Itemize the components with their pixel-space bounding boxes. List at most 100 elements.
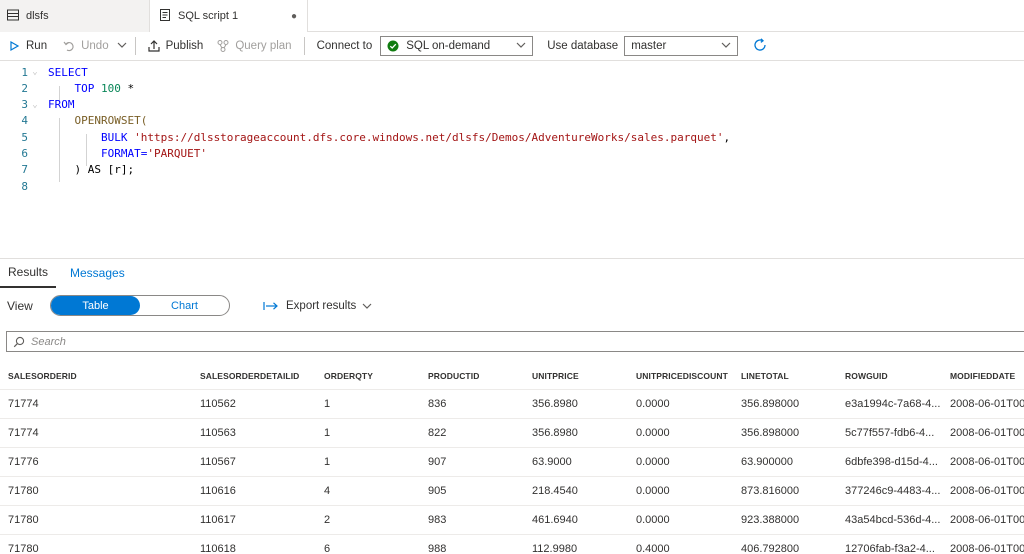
table-cell: 356.898000	[741, 427, 800, 439]
column-header[interactable]: SALESORDERID	[8, 362, 198, 389]
code-token: FORMAT=	[48, 147, 148, 160]
column-header[interactable]: ORDERQTY	[324, 362, 424, 389]
line-number: 7	[21, 163, 28, 177]
tab-label: SQL script 1	[178, 10, 239, 22]
table-cell: 907	[428, 456, 447, 468]
table-cell: 4	[324, 485, 331, 497]
use-database-label: Use database	[547, 40, 619, 52]
table-cell: 2008-06-01T00	[950, 456, 1024, 468]
column-header[interactable]: UNITPRICEDISCOUNT	[636, 362, 736, 389]
connect-to-select[interactable]: SQL on-demand	[380, 36, 534, 56]
sql-editor[interactable]: 1 ⌄ SELECT 2 TOP 100 * 3 ⌄ FROM 4 OPENROWSET(5 …	[0, 62, 1024, 258]
table-cell: 1	[324, 456, 331, 468]
table-cell: 71776	[8, 456, 39, 468]
use-database-select[interactable]: master	[624, 36, 739, 56]
table-cell: 5c77f557-fdb6-4...	[845, 427, 935, 439]
table-cell: 12706fab-f3a2-4...	[845, 543, 935, 554]
table-cell: 2008-06-01T00	[950, 485, 1024, 497]
code-line[interactable]: 4 OPENROWSET(	[0, 113, 1024, 129]
table-cell: 0.0000	[636, 456, 670, 468]
code-line[interactable]: 5 BULK 'https://dlsstorageaccount.dfs.co…	[0, 129, 1024, 145]
code-token: 'PARQUET'	[147, 147, 207, 160]
column-header[interactable]: LINETOTAL	[741, 362, 841, 389]
line-number: 3	[21, 98, 28, 112]
toolbar-divider	[303, 37, 305, 55]
export-arrow-icon	[262, 298, 280, 314]
table-cell: 461.6940	[532, 514, 578, 526]
table-cell: 377246c9-4483-4...	[845, 485, 941, 497]
run-button[interactable]: Run	[6, 32, 47, 61]
table-cell: 71780	[8, 485, 39, 497]
fold-chevron-icon[interactable]: ⌄	[28, 100, 42, 110]
code-line[interactable]: 7 ) AS [r];	[0, 162, 1024, 178]
table-cell: 71774	[8, 398, 39, 410]
view-table-option[interactable]: Table	[51, 296, 140, 315]
code-line[interactable]: 3 ⌄ FROM	[0, 97, 1024, 113]
publish-button[interactable]: Publish	[146, 32, 204, 61]
table-cell: 110567	[200, 456, 236, 468]
code-line[interactable]: 6 FORMAT='PARQUET'	[0, 146, 1024, 162]
query-plan-button[interactable]: Query plan	[215, 32, 292, 61]
export-results-button[interactable]: Export results	[262, 291, 372, 320]
code-text: FORMAT='PARQUET'	[48, 147, 207, 160]
use-database-value: master	[631, 40, 667, 52]
unsaved-indicator[interactable]: ●	[291, 11, 297, 22]
results-table: SALESORDERID SALESORDERDETAILID ORDERQTY PR…	[0, 362, 1024, 554]
table-cell: 110562	[200, 398, 236, 410]
table-cell: 43a54bcd-536d-4...	[845, 514, 941, 526]
view-toggle[interactable]: Table Chart	[50, 295, 230, 316]
tab-results[interactable]: Results	[0, 258, 57, 288]
table-row[interactable]: 71776 110567 1 907 63.9000 0.0000 63.900000 6db…	[0, 448, 1024, 477]
refresh-button[interactable]	[752, 32, 768, 61]
table-cell: 356.8980	[532, 427, 578, 439]
table-cell: 6	[324, 543, 331, 554]
table-cell: 0.0000	[636, 485, 670, 497]
table-row[interactable]: 71774 110563 1 822 356.8980 0.0000 356.898000 5…	[0, 419, 1024, 448]
code-line[interactable]: 1 ⌄ SELECT	[0, 64, 1024, 80]
table-cell: 63.9000	[532, 456, 572, 468]
publish-label: Publish	[165, 40, 204, 52]
search-icon	[13, 336, 25, 348]
code-line[interactable]: 8	[0, 178, 1024, 194]
table-row[interactable]: 71780 110617 2 983 461.6940 0.0000 923.388000 4…	[0, 506, 1024, 535]
chevron-down-icon	[362, 301, 372, 311]
column-header[interactable]: PRODUCTID	[428, 362, 528, 389]
query-plan-label: Query plan	[235, 40, 292, 52]
table-cell: 0.0000	[636, 398, 670, 410]
results-search-input[interactable]: Search	[6, 331, 1024, 352]
refresh-icon	[752, 37, 768, 56]
column-header[interactable]: MODIFIEDDATE	[950, 362, 1024, 389]
table-row[interactable]: 71780 110616 4 905 218.4540 0.0000 873.816000 3…	[0, 477, 1024, 506]
table-cell: 218.4540	[532, 485, 578, 497]
run-label: Run	[26, 40, 48, 52]
code-text: TOP 100 *	[48, 82, 134, 95]
tab-sql-script-1[interactable]: SQL script 1 ●	[150, 0, 308, 32]
undo-button[interactable]: Undo	[61, 32, 109, 61]
table-cell: 110617	[200, 514, 236, 526]
table-cell: 2008-06-01T00	[950, 514, 1024, 526]
view-chart-option[interactable]: Chart	[140, 296, 229, 315]
table-row[interactable]: 71780 110618 6 988 112.9980 0.4000 406.792800 1…	[0, 535, 1024, 554]
table-cell: 110618	[200, 543, 236, 554]
fold-chevron-icon[interactable]: ⌄	[28, 67, 42, 77]
search-placeholder: Search	[31, 335, 66, 348]
table-cell: 110563	[200, 427, 236, 439]
table-cell: 110616	[200, 485, 236, 497]
table-header-row: SALESORDERID SALESORDERDETAILID ORDERQTY PR…	[0, 362, 1024, 390]
tab-dlsfs[interactable]: dlsfs	[0, 0, 150, 32]
code-line[interactable]: 2 TOP 100 *	[0, 80, 1024, 96]
undo-dropdown[interactable]	[117, 32, 127, 61]
column-header[interactable]: UNITPRICE	[532, 362, 632, 389]
toolbar-divider	[134, 37, 136, 55]
table-cell: 988	[428, 543, 447, 554]
code-token: ) AS [r];	[48, 163, 135, 177]
column-header[interactable]: ROWGUID	[845, 362, 948, 389]
results-tab-bar: Results Messages	[0, 258, 1024, 288]
table-cell: 71774	[8, 427, 39, 439]
tab-messages[interactable]: Messages	[62, 258, 133, 288]
tab-bar: dlsfs SQL script 1 ●	[0, 0, 1024, 32]
table-row[interactable]: 71774 110562 1 836 356.8980 0.0000 356.898000 e…	[0, 390, 1024, 419]
table-cell: 2	[324, 514, 331, 526]
undo-label: Undo	[81, 40, 109, 52]
column-header[interactable]: SALESORDERDETAILID	[200, 362, 320, 389]
